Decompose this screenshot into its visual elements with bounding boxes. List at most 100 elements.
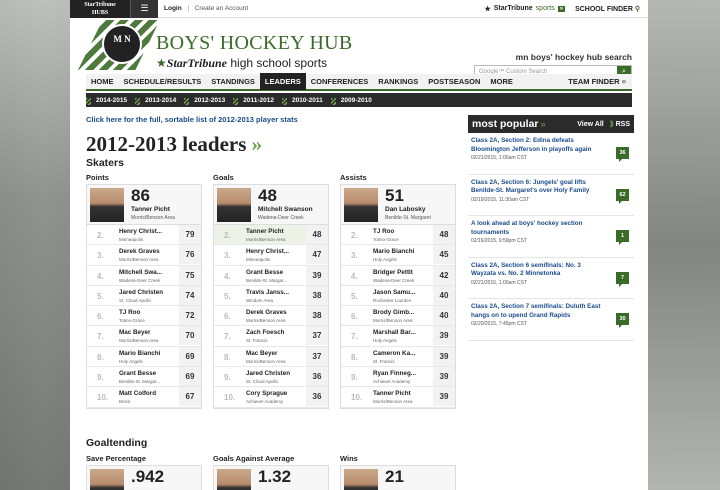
season-link[interactable]: 2012-2013 <box>184 97 233 105</box>
article-link[interactable]: A look ahead at boys' hockey section tou… <box>471 220 607 237</box>
comment-count-badge[interactable]: 1 <box>616 230 629 245</box>
table-row[interactable]: 7. Marshall Bar... Holy Angels 39 <box>341 326 455 347</box>
list-item: Class 2A, Section 2: Edina defeats Bloom… <box>468 133 634 175</box>
menu-icon[interactable]: ☰ <box>130 0 158 18</box>
table-row[interactable]: 3. Henry Christ... Minneapolis 47 <box>214 245 328 266</box>
comment-count-badge[interactable]: 7 <box>616 271 629 287</box>
nav-home[interactable]: HOME <box>86 73 119 90</box>
player-name: Cameron Ka... <box>373 349 416 357</box>
season-link[interactable]: 2013-2014 <box>135 97 184 105</box>
create-account-link[interactable]: Create an Account <box>187 5 254 12</box>
player-name: Grant Besse <box>246 268 284 276</box>
leader-row[interactable]: 1.32 <box>214 466 328 490</box>
table-row[interactable]: 8. Cameron Ka... St. Francis 39 <box>341 346 455 368</box>
season-link[interactable]: 2009-2010 <box>330 97 380 105</box>
season-link[interactable]: 2014-2015 <box>86 97 135 105</box>
comment-count-badge[interactable]: 30 <box>616 313 629 328</box>
nav-schedule-results[interactable]: SCHEDULE/RESULTS <box>119 73 207 90</box>
player-school: Achiever Academy <box>373 379 411 385</box>
table-row[interactable]: 3. Mario Bianchi Holy Angels 45 <box>341 245 455 266</box>
player-name: Jason Samu... <box>373 288 416 296</box>
table-row[interactable]: 4. Grant Besse Benilde-St. Margar... 39 <box>214 265 328 286</box>
search-icon: ⚲ <box>634 5 640 13</box>
season-link[interactable]: 2010-2011 <box>282 97 331 105</box>
mn-hockey-logo[interactable]: M N <box>102 24 142 64</box>
rank: 8. <box>224 352 231 362</box>
rank: 4. <box>351 271 358 281</box>
stat-value: 76 <box>179 245 201 265</box>
table-row[interactable]: 5. Jason Samu... Rochester Lourdes 40 <box>341 285 455 307</box>
comment-count-badge[interactable]: 62 <box>616 188 629 204</box>
rank: 6. <box>97 312 104 322</box>
assists-label: Assists <box>340 173 367 182</box>
player-school: St. Cloud Apollo <box>119 297 152 303</box>
player-photo <box>90 469 124 490</box>
table-row[interactable]: 7. Mac Beyer Morris/Benson Area 70 <box>87 326 201 347</box>
leader-row[interactable]: 21 <box>341 466 455 490</box>
school-finder-button[interactable]: SCHOOL FINDER ⚲ <box>575 5 648 13</box>
rank: 6. <box>351 312 358 322</box>
table-row[interactable]: 10. Cory Sprague Achiever Academy 36 <box>214 387 328 408</box>
hubs-logo[interactable]: StarTribune HUBS <box>70 0 130 18</box>
table-row[interactable]: 2. Tanner Picht Morris/Benson Area 48 <box>214 225 328 246</box>
table-row[interactable]: 8. Mario Bianchi Holy Angels 69 <box>87 346 201 368</box>
gaa-card: 1.32 <box>213 465 329 490</box>
nav-rankings[interactable]: RANKINGS <box>373 73 423 90</box>
table-row[interactable]: 6. Derek Graves Morris/Benson Area 38 <box>214 306 328 327</box>
rank: 3. <box>224 251 231 261</box>
stat-value: 39 <box>433 367 455 387</box>
table-row[interactable]: 8. Mac Beyer Morris/Benson Area 37 <box>214 346 328 368</box>
table-row[interactable]: 10. Matt Colford Breck 67 <box>87 387 201 408</box>
leader-row[interactable]: 86 Tanner Picht Morris/Benson Area <box>87 185 201 225</box>
table-row[interactable]: 6. Brody Gimb... Morris/Benson Area 40 <box>341 306 455 327</box>
table-row[interactable]: 6. TJ Roo Totino-Grace 72 <box>87 306 201 327</box>
most-popular-header: most popular » View All ⟫ RSS <box>468 115 634 133</box>
leader-row[interactable]: 51 Dan Labosky Benilde-St. Margaret <box>341 185 455 225</box>
table-row[interactable]: 9. Jared Christen St. Cloud Apollo 36 <box>214 367 328 388</box>
rss-link[interactable]: ⟫ RSS <box>610 120 630 128</box>
rank: 8. <box>351 352 358 362</box>
team-finder-button[interactable]: TEAM FINDER ≡ <box>563 73 632 90</box>
table-row[interactable]: 9. Grant Besse Benilde-St. Margar... 69 <box>87 367 201 388</box>
article-link[interactable]: Class 2A, Section 6: Jungels' goal lifts… <box>471 179 607 196</box>
leader-row[interactable]: .942 <box>87 466 201 490</box>
goals-leaders-card: 48 Mitchell Swanson Wadena-Deer Creek 2. Tan… <box>213 184 329 409</box>
table-row[interactable]: 4. Mitchell Swa... Wadena-Deer Creek 75 <box>87 265 201 286</box>
nav-standings[interactable]: STANDINGS <box>206 73 260 90</box>
nav-leaders[interactable]: LEADERS <box>259 73 306 90</box>
table-row[interactable]: 7. Zach Foesch St. Francis 37 <box>214 326 328 347</box>
article-link[interactable]: Class 2A, Section 7 semifinals: Duluth E… <box>471 303 607 320</box>
full-list-link[interactable]: Click here for the full, sortable list o… <box>86 115 298 124</box>
login-link[interactable]: Login <box>158 5 188 12</box>
table-row[interactable]: 4. Bridger Pettit Wadena-Deer Creek 42 <box>341 265 455 286</box>
gaa-label: Goals Against Average <box>213 454 295 463</box>
startribune-sports-link[interactable]: ★ StarTribune sports » <box>484 5 575 13</box>
hub-title: BOYS' HOCKEY HUB <box>156 32 353 54</box>
table-row[interactable]: 5. Jared Christen St. Cloud Apollo 74 <box>87 285 201 307</box>
table-row[interactable]: 2. TJ Roo Totino-Grace 48 <box>341 225 455 246</box>
leader-name: Dan Labosky <box>385 206 426 213</box>
article-link[interactable]: Class 2A, Section 2: Edina defeats Bloom… <box>471 137 607 154</box>
view-all-link[interactable]: View All <box>577 121 603 128</box>
leader-row[interactable]: 48 Mitchell Swanson Wadena-Deer Creek <box>214 185 328 225</box>
nav-postseason[interactable]: POSTSEASON <box>423 73 485 90</box>
goals-label: Goals <box>213 173 234 182</box>
player-name: Derek Graves <box>246 309 287 317</box>
player-school: St. Cloud Apollo <box>246 379 279 385</box>
article-link[interactable]: Class 2A, Section 6 semifinals: No. 3 Wa… <box>471 262 607 279</box>
season-link[interactable]: 2011-2012 <box>233 97 282 105</box>
table-row[interactable]: 2. Henry Christ... Minneapolis 79 <box>87 225 201 246</box>
rank: 4. <box>97 271 104 281</box>
table-row[interactable]: 5. Travis Janss... Windom Area 38 <box>214 285 328 307</box>
nav-more[interactable]: MORE <box>485 73 518 90</box>
table-row[interactable]: 10. Tanner Picht Morris/Benson Area 39 <box>341 387 455 408</box>
comment-count-badge[interactable]: 36 <box>616 147 629 162</box>
player-name: Cory Sprague <box>246 390 288 398</box>
stat-value: 39 <box>433 387 455 407</box>
rank: 8. <box>97 352 104 362</box>
rank: 10. <box>97 393 109 403</box>
nav-conferences[interactable]: CONFERENCES <box>306 73 374 90</box>
table-row[interactable]: 9. Ryan Finneg... Achiever Academy 39 <box>341 367 455 388</box>
table-row[interactable]: 3. Derek Graves Morris/Benson Area 76 <box>87 245 201 266</box>
player-name: TJ Roo <box>373 228 395 235</box>
